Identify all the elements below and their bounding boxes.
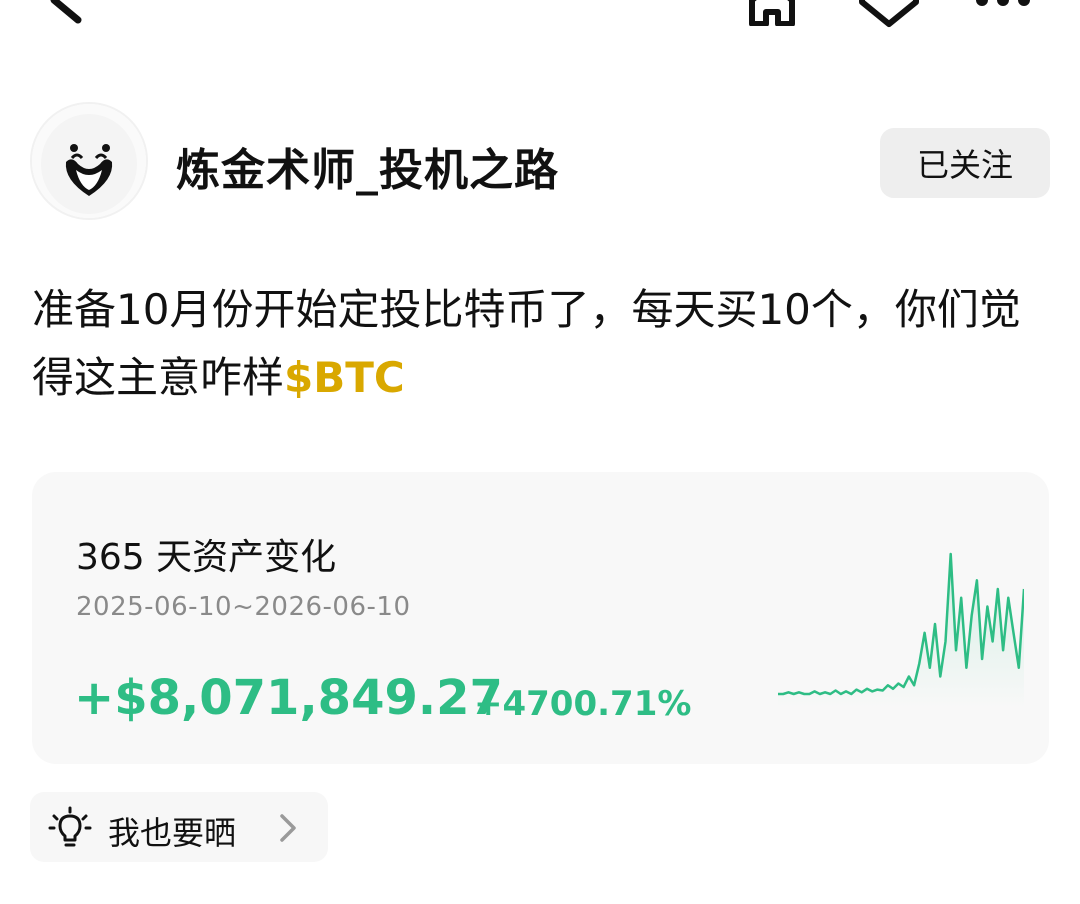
author-row: 炼金术师_投机之路 已关注 xyxy=(30,102,1052,222)
author-name[interactable]: 炼金术师_投机之路 xyxy=(176,134,559,198)
back-arrow-icon[interactable] xyxy=(40,0,100,24)
pnl-amount: +$8,071,849.27 xyxy=(74,670,503,726)
avatar-face-icon xyxy=(32,104,146,218)
tag-icon[interactable] xyxy=(856,0,922,28)
pnl-percent: +4700.71% xyxy=(474,684,692,724)
post-body: 准备10月份开始定投比特币了，每天买10个，你们觉得这主意咋样$BTC xyxy=(32,276,1042,412)
share-label: 我也要晒 xyxy=(108,814,237,852)
top-nav-bar xyxy=(0,0,1080,40)
pnl-date-range: 2025-06-10~2026-06-10 xyxy=(76,592,411,622)
more-icon[interactable] xyxy=(968,0,1038,12)
asset-sparkline-chart xyxy=(778,552,1024,708)
avatar[interactable] xyxy=(30,102,148,220)
pnl-title: 365 天资产变化 xyxy=(76,537,337,578)
home-icon[interactable] xyxy=(742,0,802,26)
lightbulb-icon xyxy=(48,806,92,847)
following-button[interactable]: 已关注 xyxy=(880,128,1050,198)
share-pnl-button[interactable]: 我也要晒 xyxy=(30,792,328,862)
chevron-right-icon xyxy=(280,814,296,842)
pnl-card[interactable]: 365 天资产变化 2025-06-10~2026-06-10 +$8,071,… xyxy=(32,472,1049,764)
post-text: 准备10月份开始定投比特币了，每天买10个，你们觉得这主意咋样 xyxy=(32,285,1021,402)
ticker-link[interactable]: $BTC xyxy=(284,353,405,402)
